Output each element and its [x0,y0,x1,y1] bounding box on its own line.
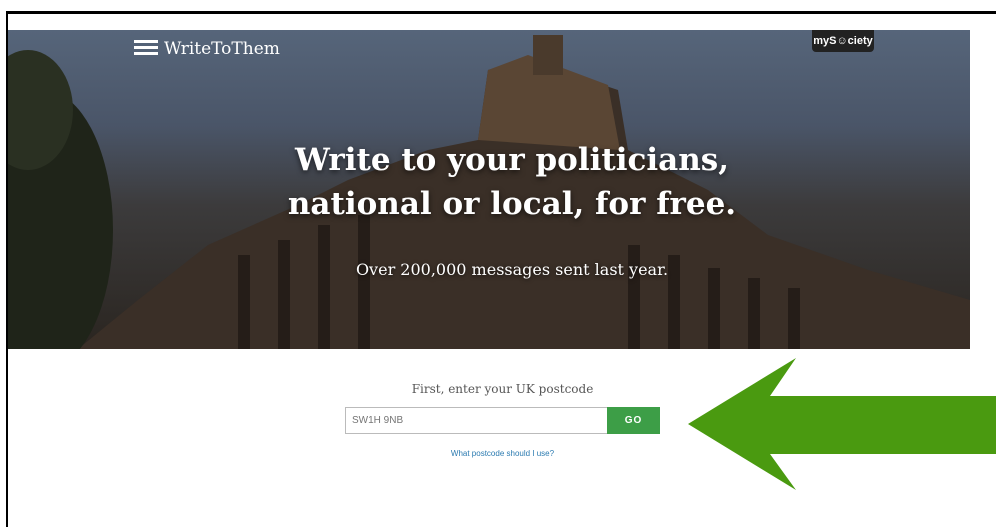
mysociety-badge[interactable]: myS☺ciety [812,30,874,52]
hero-headline: Write to your politicians, national or l… [8,138,970,226]
writetothem-logo[interactable]: WriteToThem [134,38,280,60]
letter-stack-icon [134,38,158,60]
postcode-input[interactable] [345,407,607,434]
postcode-prompt: First, enter your UK postcode [411,382,594,396]
logo-text: WriteToThem [164,39,280,59]
headline-line-1: Write to your politicians, [294,142,730,178]
hero-banner: WriteToThem myS☺ciety Write to your poli… [8,30,970,349]
go-button[interactable]: GO [607,407,660,434]
hero-subheading: Over 200,000 messages sent last year. [355,260,669,279]
image-border-top [6,11,996,14]
arrow-left-icon [688,358,996,490]
postcode-help-link[interactable]: What postcode should I use? [345,449,660,458]
headline-line-2: national or local, for free. [287,186,737,222]
